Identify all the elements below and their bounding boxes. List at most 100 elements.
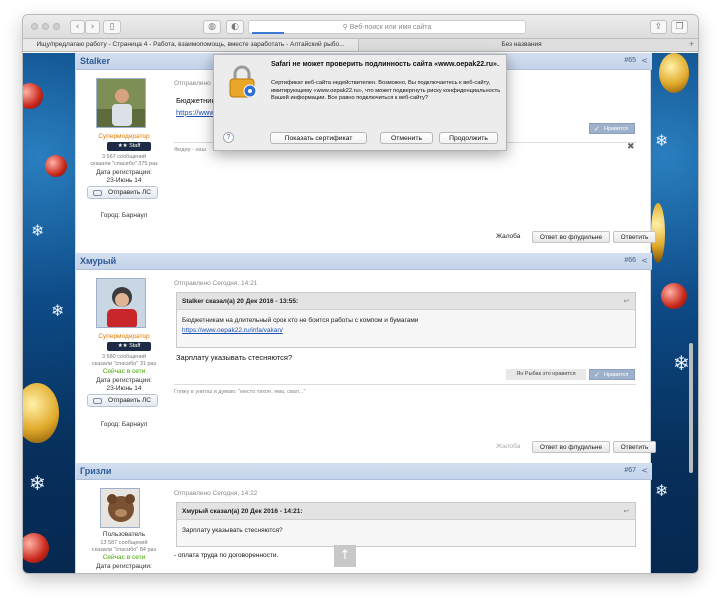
like-button[interactable]: ✓ Нравится [589,123,635,134]
online-status: Сейчас в сети [102,554,146,561]
quote-link[interactable]: https://www.oepak22.ru/infa/vakan/ [182,326,630,336]
privacy-button[interactable]: ◍ [203,20,221,34]
snowflake-icon: ❄ [51,301,65,320]
registration-date: 23-Июнь 14 [106,385,142,392]
send-pm-button[interactable]: Отправить ЛС [87,186,158,199]
gold-ornament [659,53,689,93]
share-icon[interactable]: < [641,466,648,475]
reply-arrow-icon[interactable]: ↩ [624,293,629,310]
reply-flood-button[interactable]: Ответ во флудильне [532,231,610,243]
registration-label: Дата регистрации: [96,563,152,570]
user-message-count: 13 587 сообщений [100,540,148,546]
snowflake-icon: ❄ [655,131,669,150]
close-window-button[interactable] [31,23,38,30]
online-status: Сейчас в сети [102,368,146,375]
user-message-count: 3 580 сообщений [101,354,147,360]
post-header: Гризли #67 < [76,463,652,480]
certificate-warning-dialog: Safari не может проверить подлинность са… [213,54,507,151]
avatar[interactable] [100,488,140,528]
pocket-button[interactable]: ◐ [226,20,244,34]
gold-ornament [23,383,59,443]
user-role: Супермодератор [98,133,150,140]
reply-button[interactable]: Ответить [613,441,656,453]
quote-header: Хмурый сказал(а) 20 Дек 2016 - 14:21: ↩ [177,503,635,520]
registration-date: 23-Июнь 14 [106,177,142,184]
hand-icon: ◍ [208,22,216,32]
user-role: Супермодератор [98,333,150,340]
post-text: Зарплату указывать стесняются? [176,353,293,362]
close-icon[interactable]: ✖ [627,142,635,152]
liked-by[interactable]: Ян Рыбак это нравится [506,369,586,380]
like-button[interactable]: ✓ Нравится [589,369,635,380]
zoom-window-button[interactable] [53,23,60,30]
reply-flood-button[interactable]: Ответ во флудильне [532,441,610,453]
send-pm-label: Отправить ЛС [108,189,151,196]
reply-button[interactable]: Ответить [613,231,656,243]
share-button[interactable]: ⇪ [650,20,667,34]
post-signature: Гляжу в унитаз и думаю: "место тихое, ям… [174,384,636,395]
send-pm-button[interactable]: Отправить ЛС [87,394,158,407]
post-quote: Хмурый сказал(а) 20 Дек 2016 - 14:21: ↩ … [176,502,636,547]
report-link[interactable]: Жалоба [496,233,520,240]
avatar[interactable] [96,278,146,328]
sidebar-icon: ▯ [109,22,115,32]
tabs-overview-button[interactable]: ❐ [671,20,688,34]
cancel-button[interactable]: Отменить [380,132,433,144]
post-number[interactable]: #65 [624,57,636,64]
mail-icon [93,190,102,196]
reply-arrow-icon[interactable]: ↩ [624,503,629,520]
tab-untitled[interactable]: Без названия [359,39,684,51]
avatar-photo [101,489,139,527]
quote-header: Stalker сказал(а) 20 Дек 2016 - 13:55: ↩ [177,293,635,310]
tab-forum[interactable]: Ищу/предлагаю работу - Страница 4 - Рабо… [23,39,359,51]
like-label: Нравится [604,126,629,132]
staff-badge: ★★ Staff [107,342,151,351]
share-icon[interactable]: < [641,256,648,265]
user-city: Город: Барнаул [100,212,148,219]
red-ornament [23,533,49,563]
quote-body: Зарплату указывать стесняются? [177,520,635,542]
post-date: Отправлено Сегодня, 14:22 [174,490,258,497]
red-ornament [661,283,687,309]
tabs-icon: ❐ [675,22,684,32]
user-thanks-count: сказали "спасибо" 84 раз [91,547,157,553]
user-message-count: 3 567 сообщений [101,154,147,160]
scroll-to-top-button[interactable]: ↑ [334,545,356,567]
quote-text: Бюджетникам на длительный срок кто не бо… [182,317,419,324]
sidebar-button[interactable]: ▯ [103,20,121,34]
post-author[interactable]: Хмурый [80,256,116,266]
quote-text: Зарплату указывать стесняются? [182,527,283,534]
avatar[interactable] [96,78,146,128]
arrow-up-icon: ↑ [339,548,351,563]
check-icon: ✓ [594,125,600,133]
show-certificate-button[interactable]: Показать сертификат [270,132,367,144]
mail-icon [93,398,102,404]
like-label: Нравится [604,372,629,378]
dialog-message: Сертификат веб-сайта недействителен. Воз… [271,80,501,101]
back-button[interactable]: ‹ [70,20,85,34]
post-link[interactable]: https://www [176,108,215,117]
report-link[interactable]: Жалоба [496,443,520,450]
red-ornament [23,83,43,109]
minimize-window-button[interactable] [42,23,49,30]
continue-button[interactable]: Продолжить [439,132,498,144]
post-number[interactable]: #66 [624,257,636,264]
address-bar[interactable]: ⚲ Веб-поиск или имя сайта [248,20,526,34]
address-placeholder: Веб-поиск или имя сайта [349,24,432,31]
post-author[interactable]: Stalker [80,56,110,66]
new-tab-button[interactable]: + [685,39,698,51]
scrollbar-thumb[interactable] [689,343,693,473]
chevron-right-icon: › [90,22,95,32]
post-author[interactable]: Гризли [80,466,111,476]
post-date: Отправлено [174,80,211,87]
post-number[interactable]: #67 [624,467,636,474]
snowflake-icon: ❄ [29,471,46,495]
forward-button[interactable]: › [85,20,100,34]
red-ornament [45,155,67,177]
dialog-title: Safari не может проверить подлинность са… [271,61,499,68]
share-icon[interactable]: < [641,56,648,65]
help-button[interactable]: ? [223,132,234,143]
avatar-photo [97,279,145,327]
user-city: Город: Барнаул [100,421,148,428]
left-background-decoration: ❄ ❄ ❄ [23,53,75,573]
